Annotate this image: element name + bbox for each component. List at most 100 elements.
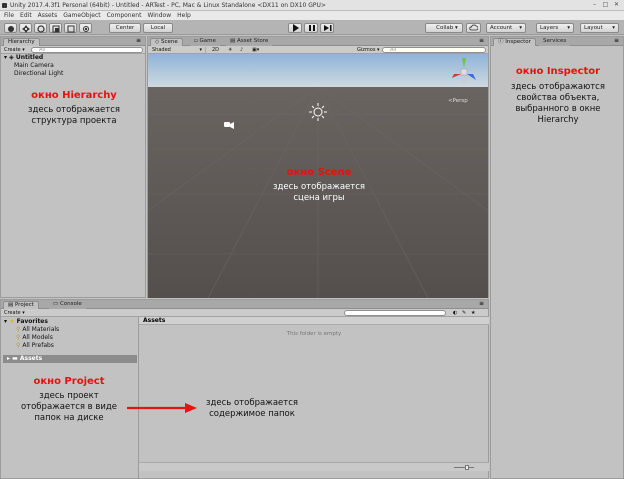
filter-label-icon[interactable]: ✎ (462, 310, 466, 316)
gizmos-dropdown[interactable]: Gizmos ▾ (357, 47, 380, 53)
effects-toggle-icon[interactable]: ▣▾ (252, 47, 259, 53)
list-item[interactable]: Directional Light (4, 70, 144, 78)
pivot-center-button[interactable]: Center (109, 23, 141, 33)
tab-hierarchy[interactable]: Hierarchy (3, 38, 40, 46)
step-icon (324, 25, 332, 31)
breadcrumb: Assets (139, 317, 489, 325)
search-icon: ⚲ (16, 342, 21, 349)
scene-annotation-title: окно Scene (286, 167, 352, 178)
project-search-input[interactable] (344, 310, 446, 316)
hierarchy-item-label: Directional Light (14, 70, 64, 77)
list-item[interactable]: ⚲ All Prefabs (4, 342, 137, 350)
toggle-2d-button[interactable]: 2D (212, 47, 224, 53)
annotation-line: структура проекта (31, 116, 117, 126)
star-icon[interactable]: ★ (471, 310, 475, 316)
tab-game[interactable]: ▫ Game (190, 38, 220, 46)
tab-scene[interactable]: ◇ Scene (150, 38, 183, 46)
splitter[interactable] (138, 317, 139, 479)
list-item[interactable]: ⚲ All Models (4, 334, 137, 342)
main-toolbar: Center Local Collab ▾ Account ▾ Layers ▾ L… (0, 20, 624, 35)
tab-scene-label: Scene (160, 39, 178, 45)
tab-services-label: Services (543, 38, 567, 44)
create-label: Create (4, 47, 21, 53)
scene-search-input[interactable]: All (382, 47, 486, 53)
annotation-line: сцена игры (293, 193, 345, 203)
assets-folder-item[interactable]: ▸ ▬ Assets (3, 355, 137, 363)
maximize-icon[interactable]: □ (601, 1, 610, 9)
zoom-slider-handle[interactable] (465, 465, 469, 470)
scene-root-label: Untitled (15, 54, 44, 61)
audio-toggle-icon[interactable]: ♪ (240, 47, 243, 53)
rotate-icon (37, 25, 45, 33)
collab-dropdown[interactable]: Collab ▾ (425, 23, 463, 33)
pivot-local-button[interactable]: Local (143, 23, 173, 33)
minimize-icon[interactable]: – (590, 1, 599, 9)
lighting-toggle-icon[interactable]: ☀ (228, 47, 232, 53)
menu-assets[interactable]: Assets (38, 11, 58, 20)
hierarchy-annotation-title: окно Hierarchy (31, 90, 117, 101)
search-placeholder: All (39, 47, 46, 53)
menu-edit[interactable]: Edit (20, 11, 32, 20)
tab-inspector[interactable]: ⓘ Inspector (493, 38, 536, 46)
panel-menu-icon[interactable]: ≡ (479, 37, 484, 44)
tab-game-label: Game (199, 38, 216, 44)
account-label: Account (490, 25, 513, 31)
favorites-item[interactable]: ▾ ★ Favorites (4, 318, 137, 326)
close-icon[interactable]: ✕ (612, 1, 621, 9)
move-tool-button[interactable] (19, 23, 32, 33)
project-tabstrip: ▤ Project ▭ Console ≡ (1, 300, 488, 309)
persp-label[interactable]: <Persp (448, 98, 468, 104)
inspector-panel: ⓘ Inspector Services ≡ окно Inspector зд… (490, 36, 624, 479)
menu-help[interactable]: Help (177, 11, 191, 20)
panel-menu-icon[interactable]: ≡ (614, 37, 619, 44)
gizmos-label: Gizmos (357, 47, 376, 53)
menu-file[interactable]: File (4, 11, 14, 20)
tab-hierarchy-label: Hierarchy (8, 39, 35, 45)
transform-icon (83, 26, 89, 32)
transform-tool-button[interactable] (79, 23, 92, 33)
tab-project[interactable]: ▤ Project (3, 301, 39, 309)
rotate-tool-button[interactable] (34, 23, 47, 33)
annotation-line: здесь отображаются (511, 82, 605, 92)
favorite-item-label: All Models (22, 334, 53, 341)
layers-dropdown[interactable]: Layers ▾ (536, 23, 574, 33)
hierarchy-panel: Hierarchy ≡ Create ▾ All ▾ ◈ Untitled Ma… (0, 36, 146, 298)
cloud-icon (469, 24, 478, 31)
layout-dropdown[interactable]: Layout ▾ (580, 23, 619, 33)
scene-root-item[interactable]: ▾ ◈ Untitled (4, 54, 144, 62)
assets-folder-label: Assets (19, 355, 43, 362)
rect-tool-button[interactable] (64, 23, 77, 33)
account-dropdown[interactable]: Account ▾ (486, 23, 526, 33)
scene-annotation-text: здесь отображается сцена игры (148, 182, 490, 204)
shading-mode-dropdown[interactable]: Shaded ▾ (152, 47, 206, 53)
collab-label: Collab (436, 25, 454, 31)
filter-type-icon[interactable]: ◐ (453, 310, 457, 316)
hand-tool-button[interactable] (4, 23, 17, 33)
tab-services[interactable]: Services (539, 38, 571, 46)
cloud-button[interactable] (466, 23, 481, 33)
list-item[interactable]: Main Camera (4, 62, 144, 70)
menu-window[interactable]: Window (147, 11, 171, 20)
scale-tool-button[interactable] (49, 23, 62, 33)
assets-annotation-text: здесь отображается содержимое папок (197, 398, 307, 420)
hierarchy-search-input[interactable]: All (31, 47, 143, 53)
panel-menu-icon[interactable]: ≡ (479, 300, 484, 307)
tab-asset-store[interactable]: ▤ Asset Store (226, 38, 273, 46)
breadcrumb-label[interactable]: Assets (143, 317, 165, 324)
panel-menu-icon[interactable]: ≡ (136, 37, 141, 44)
tab-console[interactable]: ▭ Console (49, 301, 86, 309)
favorite-item-label: All Prefabs (22, 342, 54, 349)
zoom-slider[interactable] (454, 467, 474, 468)
favorites-label: Favorites (16, 318, 48, 325)
pause-button[interactable] (304, 23, 318, 33)
menu-component[interactable]: Component (107, 11, 142, 20)
unity-scene-icon: ◈ (9, 54, 14, 61)
step-button[interactable] (320, 23, 334, 33)
tab-asset-store-label: Asset Store (236, 38, 269, 44)
play-button[interactable] (288, 23, 302, 33)
hierarchy-tabstrip: Hierarchy ≡ (1, 37, 145, 46)
project-create-button[interactable]: Create ▾ (4, 310, 25, 316)
hierarchy-create-button[interactable]: Create ▾ (4, 47, 25, 53)
list-item[interactable]: ⚲ All Materials (4, 326, 137, 334)
menu-gameobject[interactable]: GameObject (63, 11, 100, 20)
